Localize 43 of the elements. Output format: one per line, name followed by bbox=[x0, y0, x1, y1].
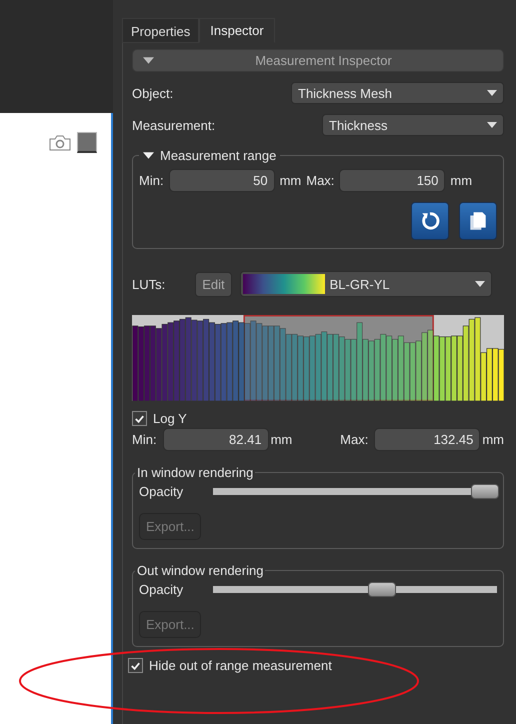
max-field[interactable]: 150 bbox=[339, 169, 446, 192]
object-label: Object: bbox=[132, 86, 174, 100]
slider-thumb[interactable] bbox=[471, 484, 499, 499]
collapse-arrow-icon bbox=[143, 152, 154, 159]
measurement-label: Measurement: bbox=[132, 118, 216, 132]
dropdown-caret-icon bbox=[474, 281, 485, 287]
collapse-arrow-icon bbox=[143, 57, 154, 64]
edit-button[interactable]: Edit bbox=[195, 272, 232, 296]
group-title: In window rendering bbox=[136, 465, 254, 480]
tab[interactable]: Properties bbox=[122, 18, 200, 43]
max-label: Max: bbox=[306, 173, 334, 188]
unit-label: mm bbox=[270, 432, 292, 447]
min-label: Min: bbox=[139, 173, 164, 188]
slider-thumb[interactable] bbox=[368, 582, 396, 597]
measurement-range-toggle[interactable]: Measurement range bbox=[139, 148, 280, 163]
dropdown-caret-icon bbox=[487, 122, 497, 128]
unit-label: mm bbox=[482, 432, 504, 447]
group-title: Out window rendering bbox=[136, 563, 264, 578]
opacity-label: Opacity bbox=[139, 582, 184, 597]
luts-label: LUTs: bbox=[132, 276, 166, 292]
section-header[interactable]: Measurement Inspector bbox=[132, 49, 504, 72]
dropdown-caret-icon bbox=[487, 90, 497, 96]
lut-dropdown[interactable]: BL-GR-YL bbox=[240, 271, 492, 297]
unit-label: mm bbox=[280, 173, 302, 188]
log-y-label: Log Y bbox=[153, 411, 187, 426]
copy-button[interactable] bbox=[459, 202, 497, 240]
opacity-label: Opacity bbox=[139, 484, 184, 499]
min-field[interactable]: 82.41 bbox=[162, 428, 269, 451]
min-label: Min: bbox=[132, 432, 157, 447]
tab[interactable]: Inspector bbox=[199, 18, 275, 43]
object-dropdown[interactable]: Thickness Mesh bbox=[291, 82, 504, 104]
unit-label: mm bbox=[450, 173, 472, 188]
min-field[interactable]: 50 bbox=[168, 169, 275, 192]
hide-out-of-range-checkbox[interactable] bbox=[128, 658, 143, 673]
log-y-checkbox[interactable] bbox=[132, 411, 147, 426]
reset-icon bbox=[419, 210, 441, 232]
camera-icon[interactable] bbox=[49, 134, 71, 150]
color-swatch[interactable] bbox=[77, 132, 97, 153]
reset-button[interactable] bbox=[411, 202, 449, 240]
max-label: Max: bbox=[340, 432, 368, 447]
max-field[interactable]: 132.45 bbox=[374, 428, 480, 451]
measurement-dropdown[interactable]: Thickness bbox=[322, 114, 504, 136]
hide-out-of-range-label: Hide out of range measurement bbox=[149, 658, 332, 673]
